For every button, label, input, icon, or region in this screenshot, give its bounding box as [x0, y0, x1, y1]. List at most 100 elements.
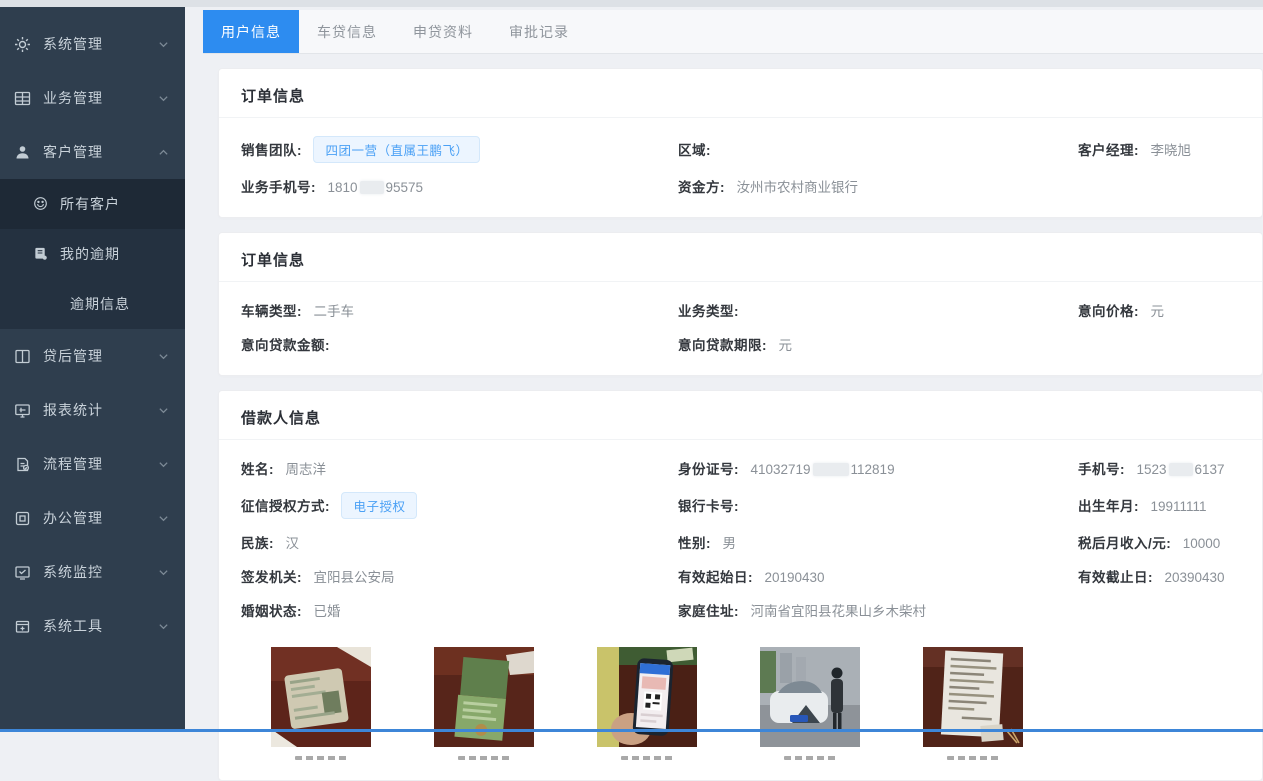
field-value: 元	[1150, 304, 1164, 319]
sidebar-item-label: 报表统计	[43, 400, 103, 420]
sidebar: 系统管理 业务管理 客户管理 所有客户 我的逾期 逾期信息	[0, 0, 185, 732]
chevron-down-icon	[158, 39, 169, 50]
field-label: 征信授权方式:	[241, 499, 330, 514]
field-label: 客户经理:	[1078, 143, 1139, 158]
chevron-down-icon	[158, 459, 169, 470]
field-label: 身份证号:	[678, 462, 739, 477]
sidebar-item-label: 系统监控	[43, 562, 103, 582]
field-label: 有效起始日:	[678, 570, 753, 585]
photo-caption-cutoff	[458, 756, 510, 760]
birth-field: 出生年月: 19911111	[1078, 495, 1240, 516]
region-field: 区域:	[678, 139, 1078, 160]
chevron-down-icon	[158, 621, 169, 632]
chevron-down-icon	[158, 93, 169, 104]
card-body: 销售团队: 四团一营（直属王鹏飞） 区域: 客户经理: 李晓旭 业务手机号: 1…	[219, 118, 1262, 217]
id-number-field: 身份证号: 41032719112819	[678, 458, 1078, 479]
field-label: 意向贷款期限:	[678, 338, 767, 353]
marital-status-field: 婚姻状态: 已婚	[241, 600, 678, 621]
field-row: 征信授权方式: 电子授权 银行卡号: 出生年月: 19911111	[241, 492, 1240, 519]
handwritten-document-photo[interactable]	[923, 647, 1023, 760]
field-label: 资金方:	[678, 180, 725, 195]
field-row: 业务手机号: 181095575 资金方: 汝州市农村商业银行	[241, 176, 1240, 197]
field-label: 民族:	[241, 536, 274, 551]
card-title: 借款人信息	[241, 410, 321, 427]
field-label: 婚姻状态:	[241, 604, 302, 619]
id-card-photo[interactable]	[271, 647, 371, 760]
field-value: 宜阳县公安局	[313, 570, 394, 585]
tab-user-info[interactable]: 用户信息	[203, 10, 299, 53]
field-row: 销售团队: 四团一营（直属王鹏飞） 区域: 客户经理: 李晓旭	[241, 136, 1240, 163]
gear-icon	[14, 36, 31, 53]
sidebar-item-process-management[interactable]: 流程管理	[0, 437, 185, 491]
sales-team-tag: 四团一营（直属王鹏飞）	[313, 136, 480, 163]
tab-loan-application-docs[interactable]: 申贷资料	[395, 10, 491, 53]
phone-qr-code-photo[interactable]	[597, 647, 697, 760]
tab-car-loan-info[interactable]: 车贷信息	[299, 10, 395, 53]
sidebar-item-report-statistics[interactable]: 报表统计	[0, 383, 185, 437]
field-value: 李晓旭	[1150, 143, 1191, 158]
field-label: 销售团队:	[241, 143, 302, 158]
field-label: 签发机关:	[241, 570, 302, 585]
valid-from-field: 有效起始日: 20190430	[678, 566, 1078, 587]
sidebar-item-office-management[interactable]: 办公管理	[0, 491, 185, 545]
funding-party-field: 资金方: 汝州市农村商业银行	[678, 176, 1078, 197]
sidebar-item-postloan-management[interactable]: 贷后管理	[0, 329, 185, 383]
card-title: 订单信息	[241, 252, 305, 269]
field-value: 二手车	[313, 304, 354, 319]
sidebar-item-label: 系统管理	[43, 34, 103, 54]
field-value: 元	[778, 338, 792, 353]
account-manager-field: 客户经理: 李晓旭	[1078, 139, 1240, 160]
field-value: 1523	[1136, 462, 1166, 477]
field-value: 周志洋	[285, 462, 326, 477]
field-value: 汉	[285, 536, 299, 551]
chevron-down-icon	[158, 567, 169, 578]
field-label: 税后月收入/元:	[1078, 536, 1171, 551]
field-label: 意向价格:	[1078, 304, 1139, 319]
sidebar-item-label: 办公管理	[43, 508, 103, 528]
sidebar-item-system-tools[interactable]: 系统工具	[0, 599, 185, 653]
sidebar-item-label: 客户管理	[43, 142, 103, 162]
sidebar-subitem-overdue-info[interactable]: 逾期信息	[0, 279, 185, 329]
sidebar-item-system-monitor[interactable]: 系统监控	[0, 545, 185, 599]
income-field: 税后月收入/元: 10000	[1078, 532, 1240, 553]
field-label: 出生年月:	[1078, 499, 1139, 514]
notebook-icon	[33, 246, 50, 263]
valid-to-field: 有效截止日: 20390430	[1078, 566, 1240, 587]
field-value: 10000	[1183, 536, 1221, 551]
field-value: 20190430	[764, 570, 824, 585]
chevron-down-icon	[158, 513, 169, 524]
monitor-check-icon	[14, 564, 31, 581]
card-header: 借款人信息	[219, 391, 1262, 440]
sidebar-item-label: 贷后管理	[43, 346, 103, 366]
card-header: 订单信息	[219, 233, 1262, 282]
name-field: 姓名: 周志洋	[241, 458, 678, 479]
sidebar-subitem-all-customers[interactable]: 所有客户	[0, 179, 185, 229]
card-header: 订单信息	[219, 69, 1262, 118]
intent-loan-term-field: 意向贷款期限: 元	[678, 334, 1078, 355]
tab-approval-records[interactable]: 审批记录	[491, 10, 587, 53]
person-with-car-photo[interactable]	[760, 647, 860, 760]
sidebar-item-business-management[interactable]: 业务管理	[0, 71, 185, 125]
credit-auth-field: 征信授权方式: 电子授权	[241, 492, 678, 519]
square-in-square-icon	[14, 510, 31, 527]
field-value: 41032719	[750, 462, 810, 477]
home-address-field: 家庭住址: 河南省宜阳县花果山乡木柴村	[678, 600, 1078, 621]
sidebar-subitem-my-overdue[interactable]: 我的逾期	[0, 229, 185, 279]
redaction-blur	[1169, 463, 1193, 476]
order-info-card: 订单信息 销售团队: 四团一营（直属王鹏飞） 区域: 客户经理: 李晓旭	[218, 68, 1263, 218]
photo-caption-cutoff	[621, 756, 673, 760]
document-photos-row	[271, 647, 1240, 760]
green-booklet-photo[interactable]	[434, 647, 534, 760]
field-label: 家庭住址:	[678, 604, 739, 619]
sidebar-item-label: 流程管理	[43, 454, 103, 474]
field-label: 银行卡号:	[678, 499, 739, 514]
table-icon	[14, 90, 31, 107]
sidebar-item-customer-management[interactable]: 客户管理	[0, 125, 185, 179]
field-value: 男	[722, 536, 736, 551]
sidebar-subitem-label: 所有客户	[60, 194, 120, 214]
field-value: 1810	[327, 180, 357, 195]
field-value: 已婚	[313, 604, 340, 619]
sidebar-item-label: 系统工具	[43, 616, 103, 636]
field-value: 95575	[386, 180, 424, 195]
sidebar-item-system-management[interactable]: 系统管理	[0, 17, 185, 71]
